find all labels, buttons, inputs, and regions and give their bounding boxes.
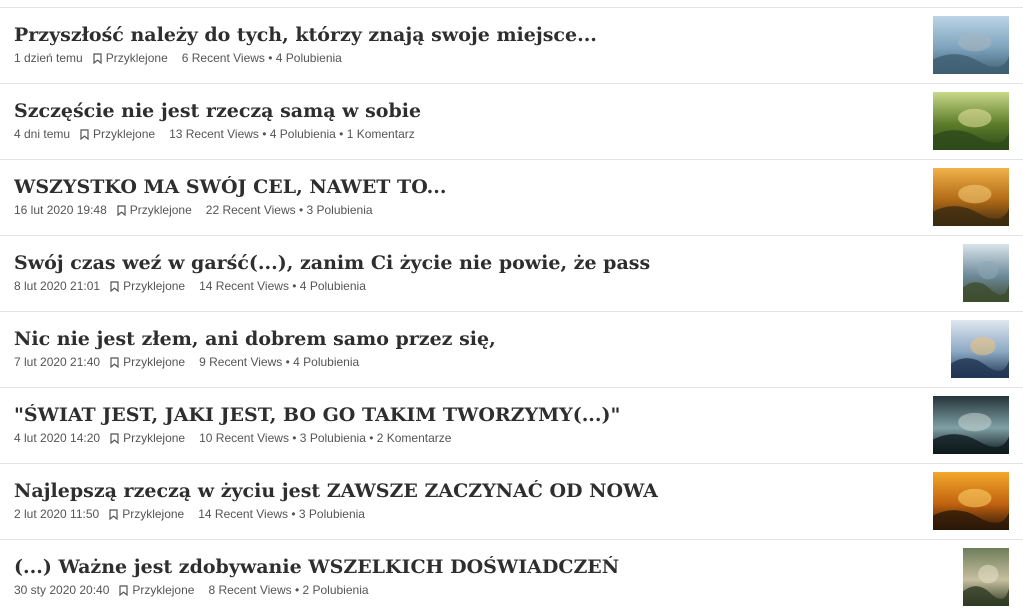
pinned-label: Przyklejone <box>93 127 156 141</box>
bookmark-icon <box>119 584 129 596</box>
tree-sunlight-thumbnail[interactable] <box>933 92 1009 150</box>
post-date: 7 lut 2020 21:40 <box>14 355 101 369</box>
post-stats: 14 Recent Views • 3 Polubienia <box>198 507 365 521</box>
pinned-label: Przyklejone <box>122 507 185 521</box>
post-meta: 8 lut 2020 21:01 Przyklejone 14 Recent Vie… <box>14 279 366 293</box>
pinned-badge[interactable]: Przyklejone <box>110 431 185 445</box>
post-stats: 9 Recent Views • 4 Polubienia <box>199 355 360 369</box>
post-meta: 7 lut 2020 21:40 Przyklejone 9 Recent View… <box>14 355 359 369</box>
post-date: 30 sty 2020 20:40 <box>14 583 110 597</box>
pinned-badge[interactable]: Przyklejone <box>109 507 184 521</box>
post-date: 16 lut 2020 19:48 <box>14 203 107 217</box>
post-meta: 2 lut 2020 11:50 Przyklejone 14 Recent Vie… <box>14 507 365 521</box>
post-row[interactable]: "ŚWIAT JEST, JAKI JEST, BO GO TAKIM TWOR… <box>0 387 1023 463</box>
bookmark-icon <box>80 128 89 140</box>
tree-tunnel-thumbnail[interactable] <box>963 548 1009 606</box>
post-title[interactable]: Najlepszą rzeczą w życiu jest ZAWSZE ZAC… <box>14 480 894 502</box>
post-date: 2 lut 2020 11:50 <box>14 507 100 521</box>
post-meta: 4 lut 2020 14:20 Przyklejone 10 Recent Vie… <box>14 431 451 445</box>
post-row[interactable]: Przyszłość należy do tych, którzy znają … <box>0 7 1023 83</box>
book-cover-buddha-thumbnail[interactable] <box>963 244 1009 302</box>
post-meta: 4 dni temu Przyklejone 13 Recent Views • 4… <box>14 127 415 141</box>
post-date: 8 lut 2020 21:01 <box>14 279 101 293</box>
post-meta: 30 sty 2020 20:40 Przyklejone 8 Recent Vie… <box>14 583 369 597</box>
post-title[interactable]: Nic nie jest złem, ani dobrem samo przez… <box>14 328 894 350</box>
post-row[interactable]: Najlepszą rzeczą w życiu jest ZAWSZE ZAC… <box>0 463 1023 539</box>
pinned-label: Przyklejone <box>129 203 192 217</box>
sunset-forest-thumbnail[interactable] <box>933 168 1009 226</box>
pinned-badge[interactable]: Przyklejone <box>110 279 185 293</box>
post-row[interactable]: WSZYSTKO MA SWÓJ CEL, NAWET TO... 16 lut … <box>0 159 1023 235</box>
post-date: 1 dzień temu <box>14 51 83 65</box>
post-stats: 14 Recent Views • 4 Polubienia <box>199 279 366 293</box>
heart-hands-sunset-thumbnail[interactable] <box>933 472 1009 530</box>
post-row[interactable]: (...) Ważne jest zdobywanie WSZELKICH DO… <box>0 539 1023 615</box>
pinned-badge[interactable]: Przyklejone <box>117 203 192 217</box>
bookmark-icon <box>110 356 119 368</box>
pinned-badge[interactable]: Przyklejone <box>80 127 155 141</box>
elephant-forest-thumbnail[interactable] <box>933 396 1009 454</box>
post-date: 4 lut 2020 14:20 <box>14 431 101 445</box>
post-title[interactable]: Swój czas weź w garść(...), zanim Ci życ… <box>14 252 894 274</box>
post-meta: 1 dzień temu Przyklejone 6 Recent Views • … <box>14 51 342 65</box>
post-row[interactable]: Nic nie jest złem, ani dobrem samo przez… <box>0 311 1023 387</box>
post-list: Przyszłość należy do tych, którzy znają … <box>0 0 1023 615</box>
pinned-label: Przyklejone <box>123 279 186 293</box>
pinned-label: Przyklejone <box>105 51 168 65</box>
bookmark-icon <box>117 204 126 216</box>
post-row[interactable]: Szczęście nie jest rzeczą samą w sobie 4 … <box>0 83 1023 159</box>
pinned-label: Przyklejone <box>132 583 195 597</box>
pinned-badge[interactable]: Przyklejone <box>119 583 194 597</box>
post-stats: 8 Recent Views • 2 Polubienia <box>208 583 369 597</box>
pinned-label: Przyklejone <box>123 355 186 369</box>
post-title[interactable]: "ŚWIAT JEST, JAKI JEST, BO GO TAKIM TWOR… <box>14 404 894 426</box>
post-title[interactable]: WSZYSTKO MA SWÓJ CEL, NAWET TO... <box>14 176 894 198</box>
post-stats: 22 Recent Views • 3 Polubienia <box>205 203 373 217</box>
post-stats: 10 Recent Views • 3 Polubienia • 2 Komen… <box>199 431 452 445</box>
post-stats: 13 Recent Views • 4 Polubienia • 1 Komen… <box>169 127 415 141</box>
post-title[interactable]: Przyszłość należy do tych, którzy znają … <box>14 24 894 46</box>
pinned-label: Przyklejone <box>123 431 186 445</box>
post-row[interactable]: Swój czas weź w garść(...), zanim Ci życ… <box>0 235 1023 311</box>
pinned-badge[interactable]: Przyklejone <box>93 51 168 65</box>
post-meta: 16 lut 2020 19:48 Przyklejone 22 Recent Vi… <box>14 203 373 217</box>
post-title[interactable]: Szczęście nie jest rzeczą samą w sobie <box>14 100 894 122</box>
bookmark-icon <box>109 508 118 520</box>
post-date: 4 dni temu <box>14 127 71 141</box>
pinned-badge[interactable]: Przyklejone <box>110 355 185 369</box>
mountain-lake-path-thumbnail[interactable] <box>933 16 1009 74</box>
bookmark-icon <box>93 52 102 64</box>
cloudy-sky-thumbnail[interactable] <box>951 320 1009 378</box>
bookmark-icon <box>110 280 119 292</box>
bookmark-icon <box>110 432 119 444</box>
post-title[interactable]: (...) Ważne jest zdobywanie WSZELKICH DO… <box>14 556 894 578</box>
post-stats: 6 Recent Views • 4 Polubienia <box>181 51 342 65</box>
